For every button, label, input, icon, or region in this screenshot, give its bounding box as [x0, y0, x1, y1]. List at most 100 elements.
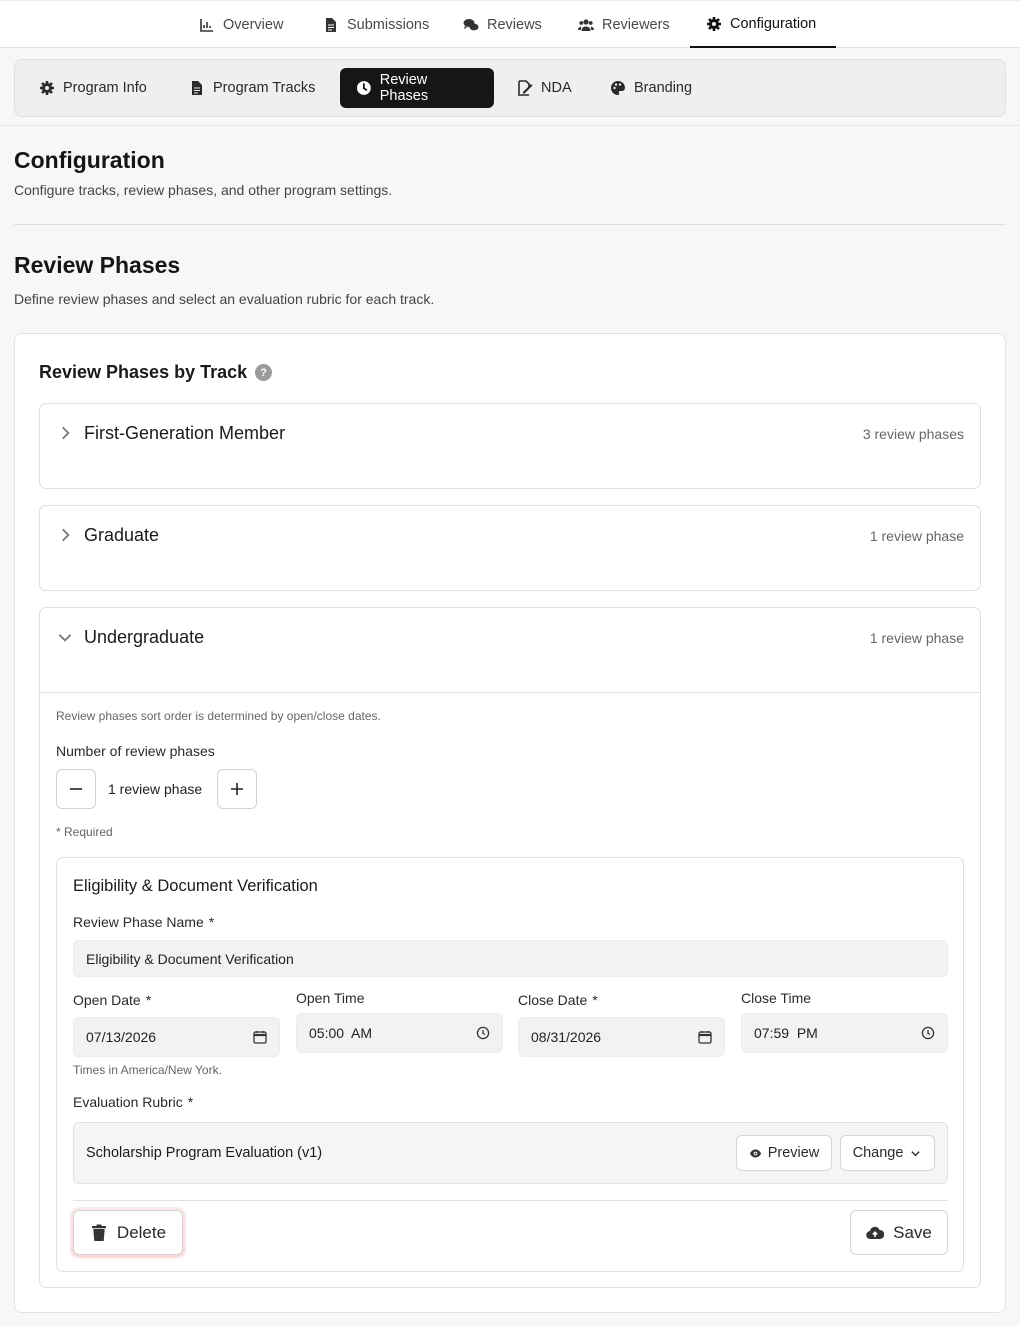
close-time-input[interactable]: 07:59 PM — [741, 1013, 948, 1053]
gear-icon — [707, 16, 721, 31]
subtab-branding[interactable]: Branding — [594, 68, 708, 108]
tab-overview[interactable]: Overview — [199, 1, 283, 48]
plus-icon — [231, 783, 243, 795]
track-graduate: Graduate 1 review phase — [39, 505, 981, 591]
input-value: 07:59 PM — [754, 1025, 818, 1041]
comments-icon — [463, 18, 479, 30]
tab-label: Overview — [223, 16, 284, 33]
button-label: Delete — [116, 1222, 167, 1242]
divider — [14, 224, 1006, 225]
calendar-icon[interactable] — [253, 1030, 267, 1044]
tab-label: Submissions — [347, 16, 430, 33]
label-text: Review Phase Name — [73, 914, 204, 930]
rubric-label: Evaluation Rubric * — [73, 1094, 193, 1110]
top-nav: Overview Submissions Reviews Reviewers C… — [0, 0, 1020, 48]
tab-submissions[interactable]: Submissions — [323, 1, 429, 48]
subtab-program-tracks[interactable]: Program Tracks — [173, 68, 331, 108]
track-name: First-Generation Member — [84, 423, 286, 443]
trash-icon — [91, 1224, 106, 1241]
subtab-nda[interactable]: NDA — [501, 68, 588, 108]
divider — [73, 1200, 948, 1201]
close-date-label: Close Date * — [518, 992, 598, 1008]
save-button[interactable]: Save — [850, 1210, 948, 1255]
review-phases-card: Review Phases by Track ? First-Generatio… — [14, 333, 1006, 1313]
phase-title: Eligibility & Document Verification — [73, 877, 318, 895]
tab-reviewers[interactable]: Reviewers — [578, 1, 670, 48]
gear-icon — [40, 81, 54, 95]
label-text: Open Date — [73, 992, 141, 1008]
track-body: Review phases sort order is determined b… — [40, 692, 980, 1272]
timezone-note: Times in America/New York. — [73, 1063, 222, 1077]
page-title: Configuration — [14, 147, 165, 173]
signature-icon — [518, 80, 533, 96]
subtab-label: Program Info — [63, 80, 147, 96]
help-icon[interactable]: ? — [255, 364, 273, 381]
preview-button[interactable]: Preview — [736, 1135, 832, 1171]
open-date-label: Open Date * — [73, 992, 151, 1008]
clock-icon[interactable] — [476, 1026, 490, 1040]
phase-name-label: Review Phase Name * — [73, 914, 214, 930]
subtab-label: Review Phases — [379, 72, 429, 104]
chevron-down-icon — [58, 634, 72, 642]
sub-nav: Program Info Program Tracks Review Phase… — [14, 59, 1006, 117]
subtab-label: NDA — [541, 80, 572, 96]
subtab-label: Branding — [634, 80, 693, 96]
decrement-button[interactable] — [56, 769, 96, 809]
button-label: Change — [852, 1145, 904, 1161]
subtab-program-info[interactable]: Program Info — [23, 68, 163, 108]
close-date-input[interactable]: 08/31/2026 — [518, 1017, 725, 1057]
track-undergraduate: Undergraduate 1 review phase Review phas… — [39, 607, 981, 1288]
input-value: 07/13/2026 — [86, 1029, 157, 1045]
button-label: Save — [893, 1222, 932, 1242]
label-text: Close Date — [518, 992, 588, 1008]
chevron-down-icon — [911, 1150, 921, 1156]
required-star: * — [208, 914, 215, 930]
required-star: * — [187, 1094, 194, 1110]
document-icon — [326, 17, 336, 32]
subtab-label: Program Tracks — [213, 80, 316, 96]
page-subtitle: Configure tracks, review phases, and oth… — [14, 182, 393, 198]
section-subtitle: Define review phases and select an evalu… — [14, 291, 435, 307]
subtab-review-phases[interactable]: Review Phases — [340, 68, 494, 108]
tab-reviews[interactable]: Reviews — [463, 1, 542, 48]
users-icon — [578, 18, 594, 31]
button-label: Preview — [767, 1145, 820, 1161]
chart-icon — [200, 18, 213, 32]
track-header[interactable]: First-Generation Member 3 review phases — [40, 404, 980, 488]
review-phase-card: Eligibility & Document Verification Revi… — [56, 857, 964, 1272]
rubric-box: Scholarship Program Evaluation (v1) Prev… — [73, 1122, 948, 1184]
open-date-input[interactable]: 07/13/2026 — [73, 1017, 280, 1057]
track-header[interactable]: Undergraduate 1 review phase — [40, 608, 980, 692]
track-first-generation: First-Generation Member 3 review phases — [39, 403, 981, 489]
sort-note: Review phases sort order is determined b… — [56, 709, 381, 723]
document-icon — [192, 81, 202, 95]
chevron-right-icon — [62, 426, 70, 440]
card-title: Review Phases by Track ? — [39, 362, 273, 383]
open-time-label: Open Time — [296, 990, 365, 1006]
increment-button[interactable] — [217, 769, 257, 809]
track-phase-count: 3 review phases — [862, 426, 964, 442]
delete-button[interactable]: Delete — [73, 1210, 183, 1255]
phase-name-input[interactable]: Eligibility & Document Verification — [73, 940, 948, 977]
num-phases-label: Number of review phases — [56, 743, 215, 759]
minus-icon — [70, 788, 82, 790]
track-header[interactable]: Graduate 1 review phase — [40, 506, 980, 590]
cloud-upload-icon — [866, 1226, 885, 1239]
close-time-label: Close Time — [741, 990, 812, 1006]
tab-label: Reviews — [487, 16, 542, 33]
input-value: 05:00 AM — [309, 1025, 373, 1041]
num-phases-value: 1 review phase — [108, 781, 203, 797]
required-star: * — [592, 992, 598, 1008]
change-button[interactable]: Change — [840, 1135, 935, 1171]
chevron-right-icon — [62, 528, 70, 542]
required-star: * — [145, 992, 152, 1008]
track-phase-count: 1 review phase — [869, 630, 964, 646]
eye-icon — [749, 1149, 761, 1157]
open-time-input[interactable]: 05:00 AM — [296, 1013, 503, 1053]
tab-label: Reviewers — [602, 16, 670, 33]
calendar-icon[interactable] — [698, 1030, 712, 1044]
tab-label: Configuration — [730, 15, 817, 32]
card-title-text: Review Phases by Track — [39, 362, 248, 382]
tab-configuration[interactable]: Configuration — [690, 1, 836, 48]
clock-icon[interactable] — [921, 1026, 935, 1040]
